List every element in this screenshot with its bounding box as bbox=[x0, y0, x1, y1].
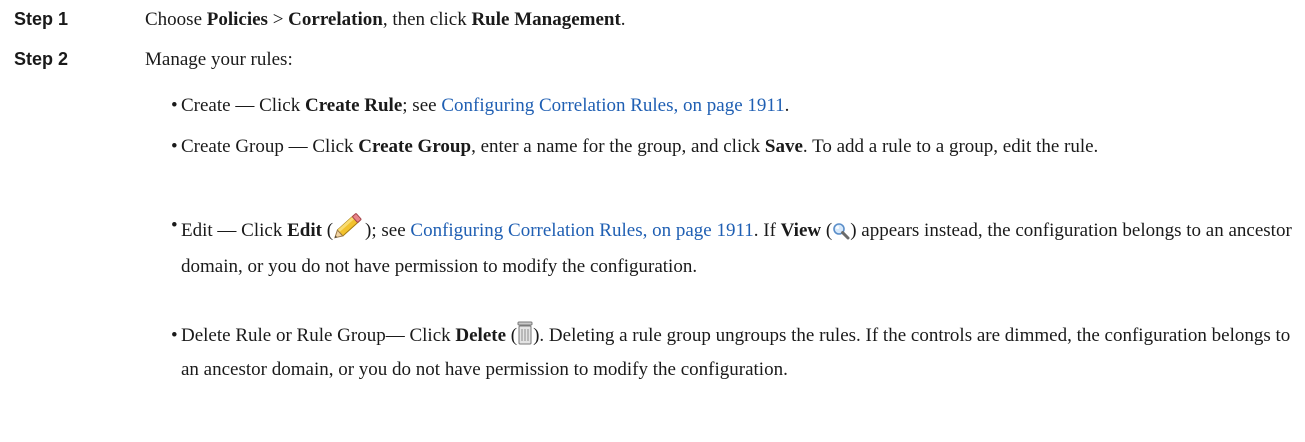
step-1-label: Step 1 bbox=[14, 9, 69, 29]
edit-label: Edit bbox=[287, 220, 322, 241]
text-run: ( bbox=[321, 220, 334, 241]
text-run: Edit — Click bbox=[181, 220, 288, 241]
save-label: Save bbox=[764, 136, 803, 157]
bullet-icon: • bbox=[171, 136, 178, 157]
configuring-correlation-rules-link[interactable]: Configuring Correlation Rules, on page 1… bbox=[441, 95, 784, 116]
text-run: . If bbox=[753, 220, 781, 241]
step-2-text: Manage your rules: bbox=[145, 49, 293, 70]
text-run: . bbox=[620, 9, 626, 30]
menu-correlation: Correlation bbox=[288, 9, 383, 30]
text-run: , enter a name for the group, and click bbox=[471, 136, 765, 157]
trash-can-icon bbox=[517, 321, 533, 355]
step-2-label: Step 2 bbox=[14, 49, 69, 69]
list-item-delete: • Delete Rule or Rule Group— Click Delet… bbox=[171, 321, 1299, 385]
text-run: ( bbox=[506, 325, 518, 346]
text-run: Delete Rule or Rule Group— Click bbox=[181, 325, 456, 346]
configuring-correlation-rules-link[interactable]: Configuring Correlation Rules, on page 1… bbox=[410, 220, 753, 241]
text-run: . To add a rule to a group, edit the rul… bbox=[802, 136, 1099, 157]
step-1-text: Choose Policies > Correlation, then clic… bbox=[145, 9, 626, 31]
create-group-label: Create Group bbox=[358, 136, 472, 157]
bullet-icon: • bbox=[171, 325, 178, 346]
text-run: ( bbox=[821, 220, 833, 241]
list-item-create-group: • Create Group — Click Create Group, ent… bbox=[171, 132, 1299, 161]
create-rule-label: Create Rule bbox=[305, 95, 403, 116]
text-run: . bbox=[784, 95, 790, 116]
pencil-icon bbox=[333, 210, 365, 251]
rule-management-label: Rule Management bbox=[471, 9, 621, 30]
text-run: Choose bbox=[145, 9, 207, 30]
list-item-edit: • Edit — Click Edit ( ); see Configuring… bbox=[171, 210, 1299, 283]
delete-label: Delete bbox=[455, 325, 507, 346]
magnifier-icon bbox=[832, 219, 850, 251]
list-item-create: • Create — Click Create Rule; see Config… bbox=[171, 91, 1299, 120]
text-run: > bbox=[267, 9, 289, 30]
list-item-text: Delete Rule or Rule Group— Click Delete … bbox=[171, 321, 1299, 385]
menu-policies: Policies bbox=[206, 9, 268, 30]
text-run: , then click bbox=[382, 9, 472, 30]
text-run: Create Group — Click bbox=[181, 136, 359, 157]
text-run: ); see bbox=[365, 220, 411, 241]
list-item-text: Edit — Click Edit ( ); see Configuring C… bbox=[171, 210, 1299, 283]
view-label: View bbox=[780, 220, 822, 241]
list-item-text: Create — Click Create Rule; see Configur… bbox=[171, 91, 1299, 120]
bullet-icon: • bbox=[171, 95, 178, 116]
text-run: Create — Click bbox=[181, 95, 305, 116]
list-item-text: Create Group — Click Create Group, enter… bbox=[171, 132, 1299, 161]
bullet-icon: • bbox=[171, 215, 178, 236]
text-run: ; see bbox=[402, 95, 442, 116]
